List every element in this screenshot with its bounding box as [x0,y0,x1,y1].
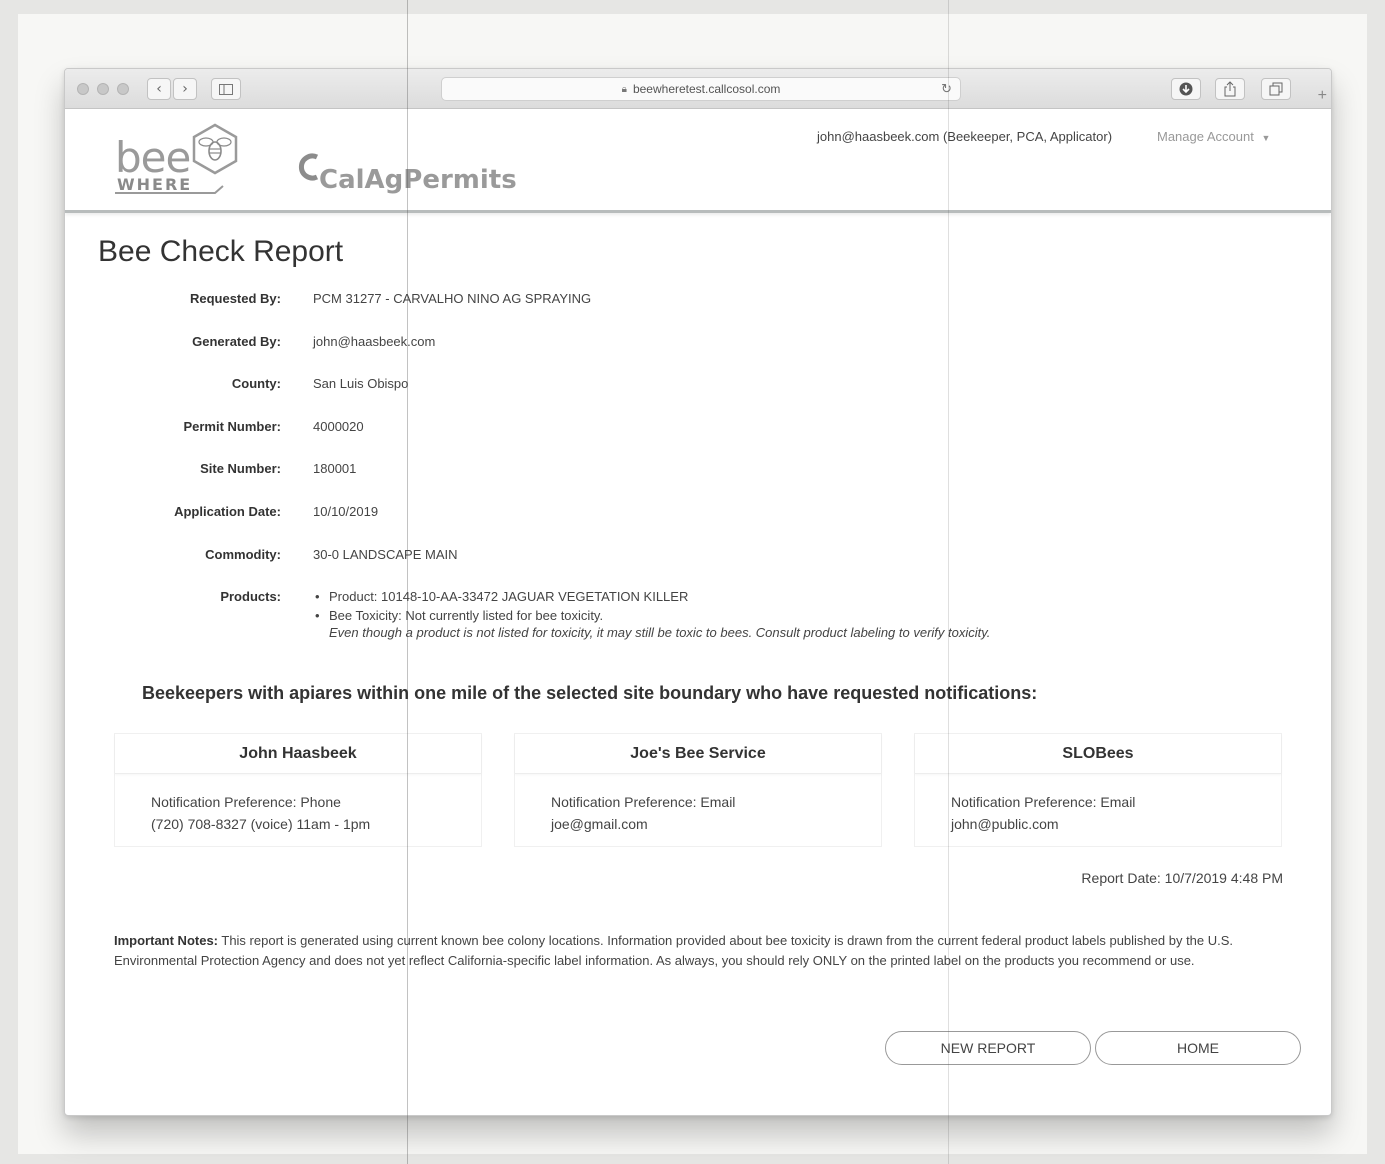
field-label: Products: [220,589,281,604]
download-icon [1179,82,1193,96]
chevron-right-icon: › [182,81,188,97]
field-label: Commodity: [205,547,281,562]
app-header: bee WHERE CalAgPermits john@haasbeek.com… [65,109,1331,213]
manage-account-menu[interactable]: Manage Account ▼ [1157,129,1270,144]
list-item: Bee Toxicity: Not currently listed for b… [313,608,990,623]
share-icon [1224,81,1236,97]
field-value: 180001 [313,461,357,476]
manage-account-label: Manage Account [1157,129,1254,144]
field-label: Requested By: [189,291,281,306]
address-bar[interactable]: 🔒︎ beewheretest.callcosol.com ↻ [441,77,961,101]
notification-preference: Notification Preference: Phone [151,794,341,810]
address-url: beewheretest.callcosol.com [632,82,781,96]
field-commodity: Commodity: 30-0 LANDSCAPE MAIN [65,547,1331,567]
browser-window: ‹ › 🔒︎ beewheretest.callcosol.com ↻ + be… [64,68,1332,1116]
bee-logo-underline-icon [115,185,224,194]
report-date: Report Date: 10/7/2019 4:48 PM [1081,870,1283,886]
notification-preference: Notification Preference: Email [951,794,1136,810]
beekeeper-contact: joe@gmail.com [551,816,648,832]
caret-down-icon: ▼ [1261,133,1271,143]
field-value: 10/10/2019 [313,504,379,519]
field-county: County: San Luis Obispo [65,376,1331,396]
user-account-info: john@haasbeek.com (Beekeeper, PCA, Appli… [817,129,1113,144]
beewhere-logo[interactable]: bee WHERE [115,121,245,195]
forward-button[interactable]: › [173,78,197,100]
beekeeper-name: Joe's Bee Service [515,734,881,774]
products-list: Product: 10148-10-AA-33472 JAGUAR VEGETA… [313,589,990,640]
sidebar-button[interactable] [211,78,241,100]
beekeeper-name: John Haasbeek [115,734,481,774]
beekeeper-card: John Haasbeek Notification Preference: P… [114,733,482,847]
minimize-window-button[interactable] [97,83,109,95]
field-label: Application Date: [174,504,281,519]
beekeeper-name: SLOBees [915,734,1281,774]
beekeeper-card: SLOBees Notification Preference: Email j… [914,733,1282,847]
beekeepers-heading: Beekeepers with apiares within one mile … [142,683,1038,703]
field-value: 30-0 LANDSCAPE MAIN [313,547,458,562]
download-button[interactable] [1171,78,1201,100]
browser-toolbar: ‹ › 🔒︎ beewheretest.callcosol.com ↻ + [65,69,1331,109]
field-value: john@haasbeek.com [313,334,436,349]
toxicity-note: Even though a product is not listed for … [329,625,991,640]
beekeeper-contact: (720) 708-8327 (voice) 11am - 1pm [151,816,371,832]
field-requested-by: Requested By: PCM 31277 - CARVALHO NINO … [65,291,1331,311]
home-button[interactable]: HOME [1095,1031,1301,1065]
beekeeper-contact: john@public.com [951,816,1059,832]
bee-hexagon-icon [192,123,238,175]
field-label: Site Number: [200,461,281,476]
sidebar-icon [219,83,233,95]
field-label: Permit Number: [183,419,281,434]
new-report-button[interactable]: NEW REPORT [885,1031,1091,1065]
reload-icon[interactable]: ↻ [941,81,952,97]
calag-logo-text: CalAgPermits [319,165,517,195]
important-notes-text: This report is generated using current k… [114,933,1234,968]
field-value: 4000020 [313,419,364,434]
chevron-left-icon: ‹ [156,81,162,97]
field-site-number: Site Number: 180001 [65,461,1331,481]
field-value: San Luis Obispo [313,376,409,391]
field-permit-number: Permit Number: 4000020 [65,419,1331,439]
back-button[interactable]: ‹ [147,78,171,100]
field-label: Generated By: [192,334,281,349]
beekeeper-card: Joe's Bee Service Notification Preferenc… [514,733,882,847]
page-title: Bee Check Report [98,235,344,268]
tabs-icon [1269,82,1283,96]
share-button[interactable] [1215,78,1245,100]
zoom-window-button[interactable] [117,83,129,95]
notification-preference: Notification Preference: Email [551,794,736,810]
field-application-date: Application Date: 10/10/2019 [65,504,1331,524]
scan-fold-line [948,0,949,1164]
important-notes: Important Notes: This report is generate… [114,931,1264,971]
new-tab-icon[interactable]: + [1318,87,1327,105]
field-generated-by: Generated By: john@haasbeek.com [65,334,1331,354]
field-value: PCM 31277 - CARVALHO NINO AG SPRAYING [313,291,592,306]
lock-icon: 🔒︎ [621,83,627,95]
scan-fold-line [407,0,408,1164]
tabs-button[interactable] [1261,78,1291,100]
calagpermits-logo[interactable]: CalAgPermits [295,151,535,201]
important-notes-label: Important Notes: [114,933,218,948]
close-window-button[interactable] [77,83,89,95]
list-item: Product: 10148-10-AA-33472 JAGUAR VEGETA… [313,589,990,604]
field-label: County: [231,376,281,391]
